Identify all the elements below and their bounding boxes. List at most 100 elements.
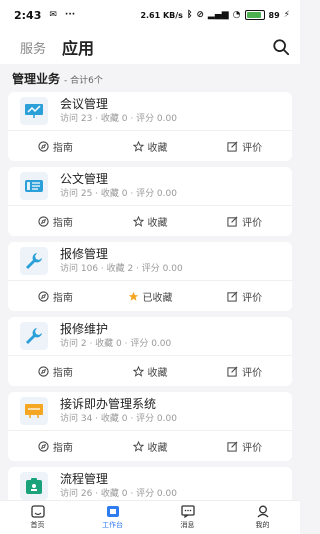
app-name: 流程管理 xyxy=(60,472,109,486)
guide-icon xyxy=(38,290,49,302)
rate-label: 评价 xyxy=(242,142,263,154)
home-icon xyxy=(30,505,45,518)
app-card[interactable]: 接诉即办管理系统 访问 34 · 收藏 0 · 评分 0.00 指南 收藏 评价 xyxy=(8,392,292,461)
app-card-header[interactable]: 报修管理 访问 106 · 收藏 2 · 评分 0.00 xyxy=(8,242,292,280)
app-info: 流程管理 访问 26 · 收藏 0 · 评分 0.00 xyxy=(60,471,177,501)
guide-button[interactable]: 指南 xyxy=(8,214,103,229)
guide-button[interactable]: 指南 xyxy=(8,289,103,304)
message-icon xyxy=(180,505,195,518)
wifi-icon: ◔ xyxy=(232,10,241,20)
favorite-button[interactable]: 收藏 xyxy=(103,139,198,154)
app-info: 报修维护 访问 2 · 收藏 0 · 评分 0.00 xyxy=(60,321,171,351)
app-card[interactable]: 会议管理 访问 23 · 收藏 0 · 评分 0.00 指南 收藏 评价 xyxy=(8,92,292,161)
guide-icon xyxy=(38,215,49,227)
workbench-icon xyxy=(106,505,120,518)
guide-button[interactable]: 指南 xyxy=(8,364,103,379)
nav-label: 消息 xyxy=(180,521,195,529)
rate-label: 评价 xyxy=(242,292,263,304)
battery-level: 89 xyxy=(268,10,280,20)
battery-icon xyxy=(244,10,265,20)
rate-icon xyxy=(227,366,238,377)
search-icon[interactable] xyxy=(272,38,290,56)
meeting-icon xyxy=(20,97,48,125)
star-icon xyxy=(132,215,144,227)
wrench-icon xyxy=(20,322,48,350)
favorite-button[interactable]: 收藏 xyxy=(103,214,198,229)
status-right: 2.61 KB/s ᛒ ⊘ ▂▄▆ ◔ 89 ⚡ xyxy=(140,10,290,20)
charging-icon: ⚡ xyxy=(283,10,290,20)
rate-icon xyxy=(227,141,238,152)
app-card-actions: 指南 收藏 评价 xyxy=(8,430,292,461)
star-icon xyxy=(132,440,144,452)
guide-icon xyxy=(38,440,49,452)
app-name: 报修维护 xyxy=(60,322,109,336)
app-stats: 访问 23 · 收藏 0 · 评分 0.00 xyxy=(60,114,177,124)
app-stats: 访问 106 · 收藏 2 · 评分 0.00 xyxy=(60,264,183,274)
app-card-header[interactable]: 报修维护 访问 2 · 收藏 0 · 评分 0.00 xyxy=(8,317,292,355)
guide-label: 指南 xyxy=(52,367,73,379)
app-card-header[interactable]: 公文管理 访问 25 · 收藏 0 · 评分 0.00 xyxy=(8,167,292,205)
rate-button[interactable]: 评价 xyxy=(197,439,292,454)
section-title: 管理业务 xyxy=(12,72,61,86)
app-stats: 访问 34 · 收藏 0 · 评分 0.00 xyxy=(60,414,177,424)
app-card-header[interactable]: 会议管理 访问 23 · 收藏 0 · 评分 0.00 xyxy=(8,92,292,130)
guide-button[interactable]: 指南 xyxy=(8,439,103,454)
app-stats: 访问 2 · 收藏 0 · 评分 0.00 xyxy=(60,339,172,349)
nav-label: 首页 xyxy=(30,521,45,529)
more-icon: ··· xyxy=(64,10,76,20)
rate-button[interactable]: 评价 xyxy=(197,364,292,379)
rate-button[interactable]: 评价 xyxy=(197,214,292,229)
signal-icon: ▂▄▆ xyxy=(207,10,229,20)
app-card-header[interactable]: 接诉即办管理系统 访问 34 · 收藏 0 · 评分 0.00 xyxy=(8,392,292,430)
favorite-button[interactable]: 收藏 xyxy=(103,364,198,379)
favorite-label: 收藏 xyxy=(147,217,168,229)
favorite-label: 收藏 xyxy=(147,142,168,154)
rate-icon xyxy=(227,441,238,452)
tab-service[interactable]: 服务 xyxy=(20,38,46,57)
favorite-button[interactable]: 收藏 xyxy=(103,439,198,454)
status-bar: 2:43 ✉ ··· 2.61 KB/s ᛒ ⊘ ▂▄▆ ◔ 89 ⚡ xyxy=(0,0,300,30)
nav-item[interactable]: 工作台 xyxy=(75,501,150,534)
app-list: 会议管理 访问 23 · 收藏 0 · 评分 0.00 指南 收藏 评价 公文管… xyxy=(0,92,300,534)
app-card-actions: 指南 收藏 评价 xyxy=(8,130,292,161)
bluetooth-icon: ᛒ xyxy=(186,10,193,20)
app-info: 接诉即办管理系统 访问 34 · 收藏 0 · 评分 0.00 xyxy=(60,396,177,426)
app-card-actions: 指南 已收藏 评价 xyxy=(8,280,292,311)
network-speed: 2.61 KB/s xyxy=(140,10,183,20)
app-card[interactable]: 公文管理 访问 25 · 收藏 0 · 评分 0.00 指南 收藏 评价 xyxy=(8,167,292,236)
section-count: - 合计6个 xyxy=(64,76,103,86)
guide-label: 指南 xyxy=(52,442,73,454)
app-card-actions: 指南 收藏 评价 xyxy=(8,355,292,386)
app-card[interactable]: 报修维护 访问 2 · 收藏 0 · 评分 0.00 指南 收藏 评价 xyxy=(8,317,292,386)
rate-button[interactable]: 评价 xyxy=(197,289,292,304)
rate-icon xyxy=(227,291,238,302)
guide-button[interactable]: 指南 xyxy=(8,139,103,154)
nav-item[interactable]: 我的 xyxy=(225,501,300,534)
wrench-icon xyxy=(20,247,48,275)
rate-icon xyxy=(227,216,238,227)
nav-label: 我的 xyxy=(255,521,270,529)
app-stats: 访问 25 · 收藏 0 · 评分 0.00 xyxy=(60,189,177,199)
favorite-label: 收藏 xyxy=(147,442,168,454)
app-info: 公文管理 访问 25 · 收藏 0 · 评分 0.00 xyxy=(60,171,177,201)
nav-label: 工作台 xyxy=(102,521,123,529)
guide-label: 指南 xyxy=(52,292,73,304)
tab-apps[interactable]: 应用 xyxy=(62,35,94,59)
rate-label: 评价 xyxy=(242,367,263,379)
guide-label: 指南 xyxy=(52,142,73,154)
battery-fill xyxy=(246,12,261,18)
nav-item[interactable]: 消息 xyxy=(150,501,225,534)
mute-icon: ⊘ xyxy=(196,10,204,20)
rate-button[interactable]: 评价 xyxy=(197,139,292,154)
app-card[interactable]: 报修管理 访问 106 · 收藏 2 · 评分 0.00 指南 已收藏 评价 xyxy=(8,242,292,311)
app-name: 报修管理 xyxy=(60,247,109,261)
workflow-icon xyxy=(20,472,48,500)
star-icon xyxy=(132,140,144,152)
app-info: 报修管理 访问 106 · 收藏 2 · 评分 0.00 xyxy=(60,246,183,276)
document-icon xyxy=(20,172,48,200)
guide-icon xyxy=(38,140,49,152)
nav-item[interactable]: 首页 xyxy=(0,501,75,534)
favorite-button[interactable]: 已收藏 xyxy=(103,289,198,304)
rate-label: 评价 xyxy=(242,442,263,454)
header: 服务 应用 xyxy=(0,30,300,64)
